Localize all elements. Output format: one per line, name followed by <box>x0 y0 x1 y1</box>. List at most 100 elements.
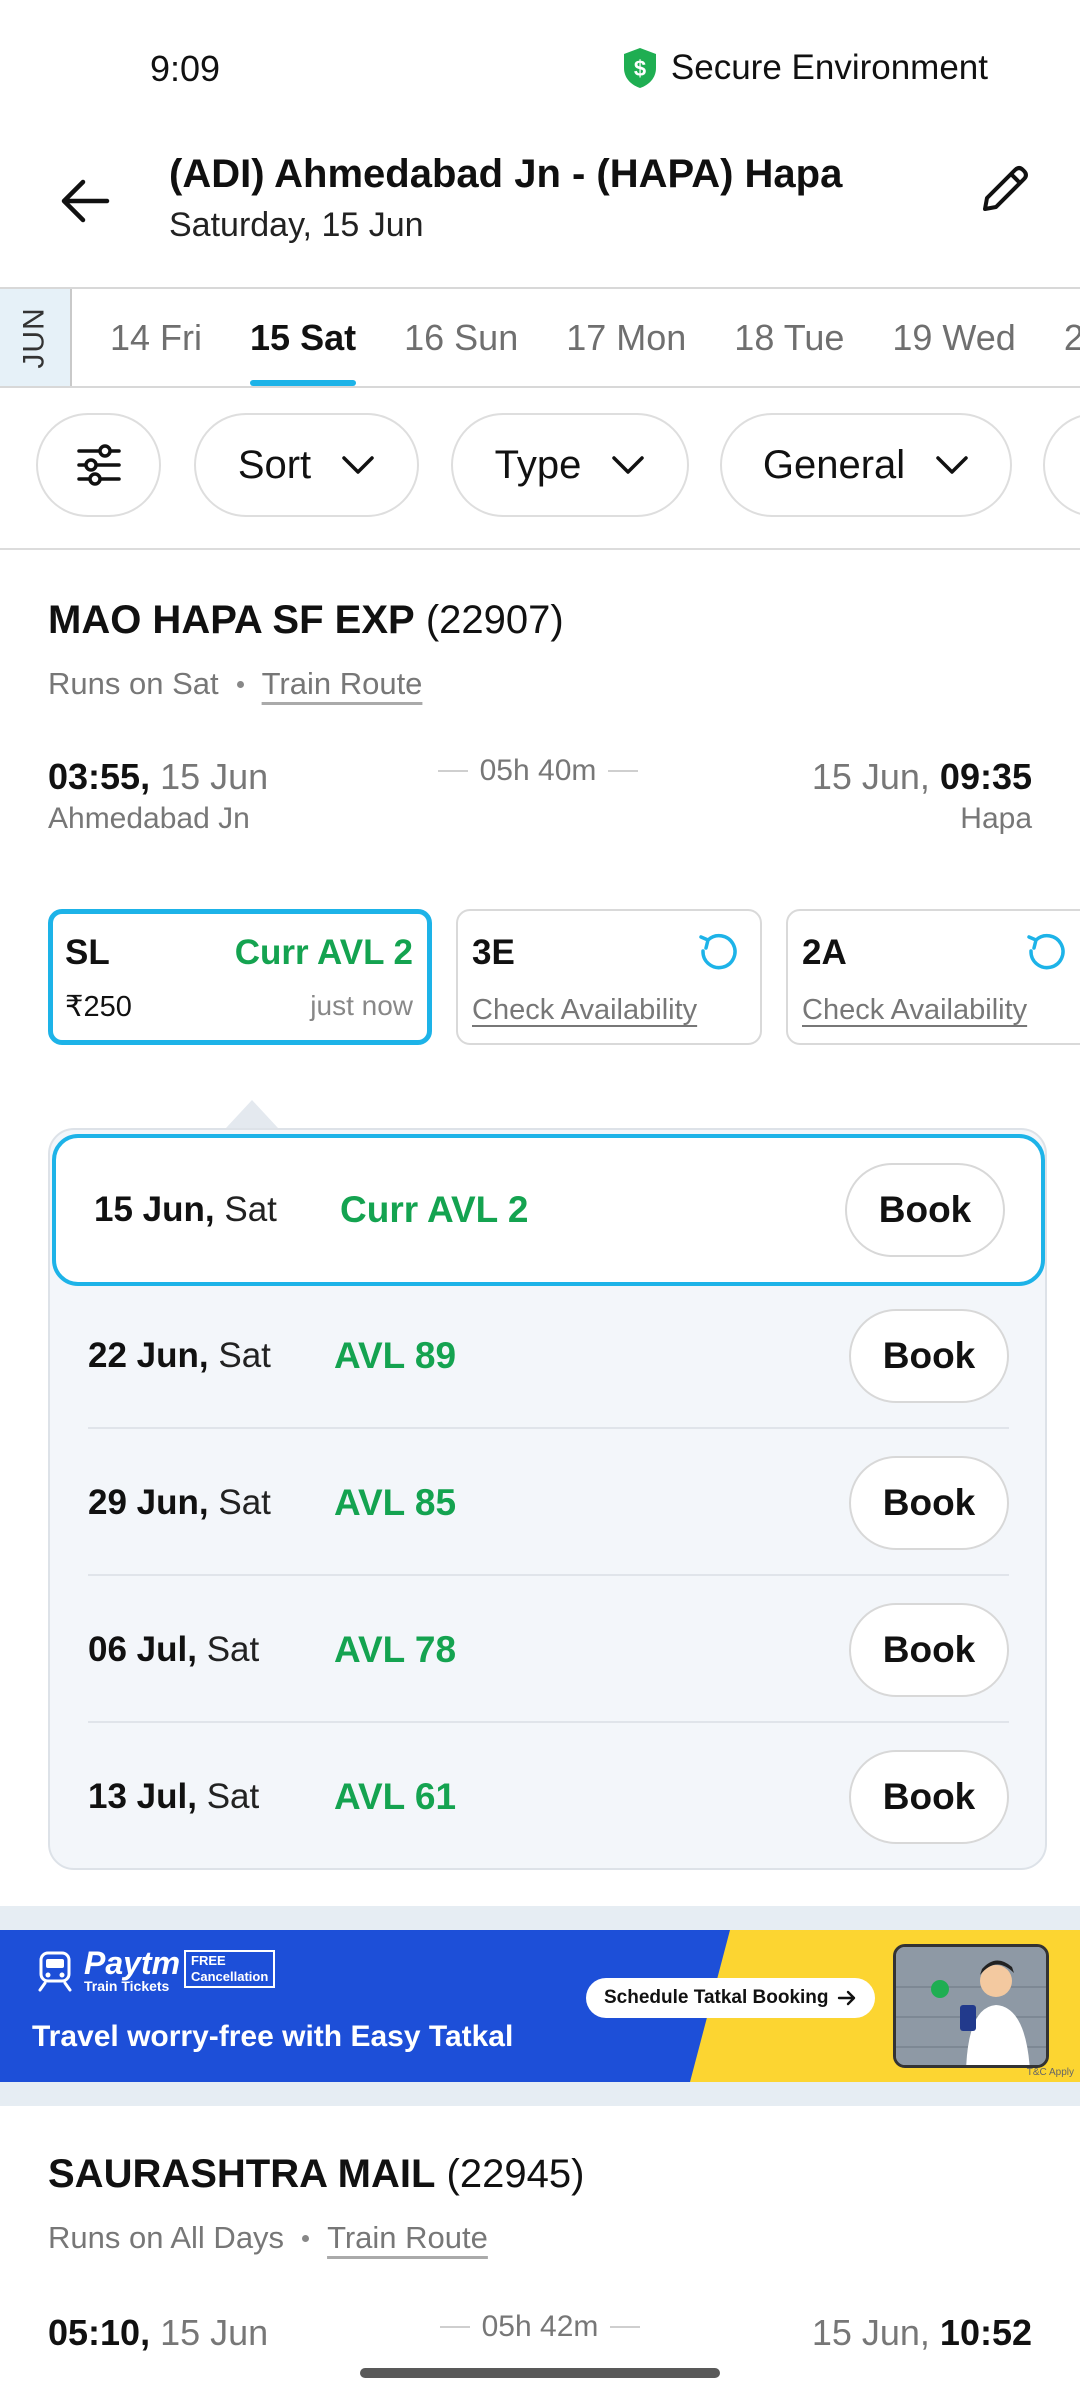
divider <box>437 770 468 772</box>
class-code: SL <box>65 933 110 972</box>
brand-sub: Train Tickets <box>84 1978 170 1994</box>
arrival-time: 15 Jun, 09:35 <box>811 756 1032 797</box>
brand-name: Paytm <box>84 1945 181 1981</box>
train-route-link[interactable]: Train Route <box>262 666 423 702</box>
journey-date: Saturday, 15 Jun <box>169 206 424 244</box>
back-button[interactable] <box>50 166 120 236</box>
sort-dropdown[interactable]: Sort <box>194 413 419 517</box>
class-availability: Curr AVL 2 <box>234 933 413 972</box>
class-code: 3E <box>472 933 515 972</box>
train-name[interactable]: MAO HAPA SF EXP (22907) <box>48 598 564 643</box>
quota-label: General <box>762 442 906 487</box>
class-fare: ₹250 <box>65 991 132 1023</box>
availability-status: AVL 89 <box>334 1334 457 1376</box>
paytm-logo: Paytm Train Tickets <box>36 1945 181 1994</box>
pencil-icon <box>983 166 1028 211</box>
availability-status: AVL 85 <box>334 1481 457 1523</box>
book-button[interactable]: Book <box>845 1163 1005 1257</box>
availability-row-selected: 15 Jun, Sat Curr AVL 2 Book <box>52 1134 1045 1286</box>
header: (ADI) Ahmedabad Jn - (HAPA) Hapa Saturda… <box>0 140 1080 288</box>
availability-date: 15 Jun, Sat <box>94 1190 277 1229</box>
date-tab[interactable]: 19 Wed <box>892 289 1015 386</box>
type-label: Type <box>494 442 582 487</box>
class-card-3e[interactable]: 3E Check Availability <box>456 909 762 1045</box>
train-number: (22945) <box>446 2152 585 2196</box>
departure-station: Ahmedabad Jn <box>48 802 250 835</box>
refresh-icon[interactable] <box>1024 931 1068 975</box>
train-name[interactable]: SAURASHTRA MAIL (22945) <box>48 2152 584 2197</box>
availability-date: 29 Jun, Sat <box>88 1482 271 1522</box>
arrival-station: Hapa <box>960 802 1032 835</box>
edit-search-button[interactable] <box>970 154 1040 224</box>
train-number: (22907) <box>425 598 564 642</box>
check-availability-link[interactable]: Check Availability <box>472 994 697 1027</box>
train-route-link[interactable]: Train Route <box>327 2220 488 2256</box>
filter-bar: Sort Type General <box>0 388 1080 550</box>
back-arrow-icon <box>61 179 110 223</box>
class-card-2a[interactable]: 2A Check Availability <box>786 909 1080 1045</box>
banner-tagline: Travel worry-free with Easy Tatkal <box>32 2020 514 2053</box>
more-filter-chip[interactable] <box>1043 413 1080 517</box>
availability-row: 29 Jun, Sat AVL 85 Book <box>50 1429 1045 1576</box>
quota-dropdown[interactable]: General <box>720 413 1012 517</box>
departure-time: 05:10, 15 Jun <box>48 2312 269 2353</box>
book-button[interactable]: Book <box>849 1749 1009 1844</box>
runs-days: Runs on Sat <box>48 666 219 701</box>
journey-duration: 05h 42m <box>438 2310 642 2344</box>
arrow-right-icon <box>837 1990 855 2006</box>
date-list: 14 Fri 15 Sat 16 Sun 17 Mon 18 Tue 19 We… <box>72 289 1080 386</box>
date-strip: JUN 14 Fri 15 Sat 16 Sun 17 Mon 18 Tue 1… <box>0 287 1080 388</box>
check-availability-link[interactable]: Check Availability <box>802 994 1027 1027</box>
type-dropdown[interactable]: Type <box>451 413 689 517</box>
person-with-phone-illustration <box>893 1944 1049 2068</box>
availability-status: AVL 61 <box>334 1775 457 1817</box>
availability-date: 13 Jul, Sat <box>88 1776 260 1816</box>
date-tab[interactable]: 14 Fri <box>110 289 202 386</box>
terms-text: T&C Apply <box>1026 2067 1074 2078</box>
date-tab[interactable]: 2 <box>1064 289 1080 386</box>
tatkal-promo-banner[interactable]: Paytm Train Tickets FREE Cancellation Tr… <box>0 1930 1080 2082</box>
secure-environment-indicator: $ Secure Environment <box>621 46 988 90</box>
sort-label: Sort <box>237 442 312 487</box>
divider <box>610 2326 641 2328</box>
chevron-down-icon <box>612 456 645 474</box>
filters-button[interactable] <box>36 413 161 517</box>
runs-info: Runs on Sat Train Route <box>48 666 422 702</box>
status-bar: 9:09 $ Secure Environment <box>0 0 1080 140</box>
runs-days: Runs on All Days <box>48 2220 285 2255</box>
divider <box>439 2326 470 2328</box>
free-cancellation-badge: FREE Cancellation <box>184 1950 276 1988</box>
class-card-sl[interactable]: SL Curr AVL 2 ₹250 just now <box>48 909 432 1045</box>
availability-status: AVL 78 <box>334 1628 457 1670</box>
sliders-icon <box>76 444 121 486</box>
availability-row: 13 Jul, Sat AVL 61 Book <box>50 1723 1045 1870</box>
svg-text:$: $ <box>634 56 646 81</box>
secure-label: Secure Environment <box>670 48 988 87</box>
availability-status: Curr AVL 2 <box>340 1189 529 1230</box>
schedule-tatkal-button[interactable]: Schedule Tatkal Booking <box>586 1978 875 2018</box>
date-tab[interactable]: 18 Tue <box>734 289 844 386</box>
availability-date: 06 Jul, Sat <box>88 1629 260 1669</box>
promo-section: Paytm Train Tickets FREE Cancellation Tr… <box>0 1906 1080 2106</box>
departure-time: 03:55, 15 Jun <box>48 756 269 797</box>
arrival-time: 15 Jun, 10:52 <box>811 2312 1032 2353</box>
date-tab[interactable]: 17 Mon <box>566 289 686 386</box>
runs-info: Runs on All Days Train Route <box>48 2220 488 2256</box>
divider <box>608 770 639 772</box>
train-icon <box>38 1951 72 1992</box>
date-tab[interactable]: 16 Sun <box>404 289 518 386</box>
journey-duration: 05h 40m <box>436 754 640 788</box>
book-button[interactable]: Book <box>849 1602 1009 1697</box>
panel-pointer <box>226 1100 278 1128</box>
shield-dollar-icon: $ <box>623 48 656 88</box>
class-code: 2A <box>802 933 847 972</box>
date-tab-selected[interactable]: 15 Sat <box>250 289 357 386</box>
separator-dot <box>236 680 244 688</box>
status-time: 9:09 <box>150 48 221 89</box>
book-button[interactable]: Book <box>849 1308 1009 1403</box>
availability-row: 22 Jun, Sat AVL 89 Book <box>50 1282 1045 1429</box>
home-indicator[interactable] <box>360 2368 720 2378</box>
book-button[interactable]: Book <box>849 1455 1009 1550</box>
availability-row: 06 Jul, Sat AVL 78 Book <box>50 1576 1045 1723</box>
refresh-icon[interactable] <box>696 931 740 975</box>
